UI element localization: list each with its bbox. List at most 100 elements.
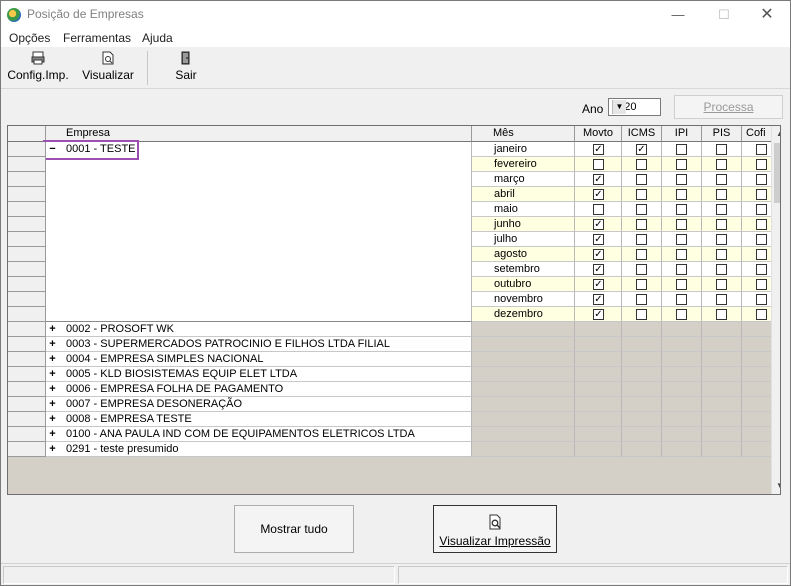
row-indicator-cell[interactable] bbox=[8, 277, 46, 292]
checkbox-unchecked[interactable] bbox=[756, 309, 767, 320]
checkbox-unchecked[interactable] bbox=[676, 279, 687, 290]
minimize-button[interactable]: — bbox=[655, 1, 701, 29]
month-cell[interactable]: fevereiro bbox=[472, 157, 575, 172]
ipi-header[interactable]: IPI bbox=[662, 126, 702, 142]
row-indicator-cell[interactable] bbox=[8, 442, 46, 457]
checkbox-unchecked[interactable] bbox=[593, 159, 604, 170]
month-cell[interactable]: dezembro bbox=[472, 307, 575, 322]
checkbox-checked[interactable]: ✓ bbox=[593, 189, 604, 200]
row-indicator-cell[interactable] bbox=[8, 202, 46, 217]
checkbox-unchecked[interactable] bbox=[716, 279, 727, 290]
expand-icon[interactable]: + bbox=[48, 354, 57, 365]
checkbox-unchecked[interactable] bbox=[676, 309, 687, 320]
row-indicator-cell[interactable] bbox=[8, 292, 46, 307]
checkbox-unchecked[interactable] bbox=[676, 264, 687, 275]
checkbox-unchecked[interactable] bbox=[636, 219, 647, 230]
checkbox-unchecked[interactable] bbox=[716, 264, 727, 275]
checkbox-checked[interactable]: ✓ bbox=[593, 144, 604, 155]
row-indicator-cell[interactable] bbox=[8, 397, 46, 412]
company-row[interactable]: 0100 - ANA PAULA IND COM DE EQUIPAMENTOS… bbox=[46, 427, 472, 442]
row-indicator-cell[interactable] bbox=[8, 262, 46, 277]
checkbox-unchecked[interactable] bbox=[676, 204, 687, 215]
checkbox-unchecked[interactable] bbox=[756, 159, 767, 170]
row-indicator-cell[interactable] bbox=[8, 232, 46, 247]
row-indicator-cell[interactable] bbox=[8, 247, 46, 262]
title-bar[interactable]: Posição de Empresas — ☐ ✕ bbox=[1, 1, 790, 29]
scroll-up-icon[interactable]: ▲ bbox=[772, 126, 780, 142]
company-row[interactable]: 0007 - EMPRESA DESONERAÇÃO bbox=[46, 397, 472, 412]
row-indicator-cell[interactable] bbox=[8, 307, 46, 322]
checkbox-unchecked[interactable] bbox=[756, 234, 767, 245]
row-indicator-cell[interactable] bbox=[8, 172, 46, 187]
checkbox-unchecked[interactable] bbox=[636, 294, 647, 305]
menu-opcoes[interactable]: Opções bbox=[9, 31, 50, 45]
row-indicator-cell[interactable] bbox=[8, 217, 46, 232]
checkbox-unchecked[interactable] bbox=[756, 189, 767, 200]
row-indicator-cell[interactable] bbox=[8, 382, 46, 397]
checkbox-unchecked[interactable] bbox=[716, 159, 727, 170]
month-cell[interactable]: julho bbox=[472, 232, 575, 247]
month-cell[interactable]: agosto bbox=[472, 247, 575, 262]
checkbox-unchecked[interactable] bbox=[756, 219, 767, 230]
checkbox-checked[interactable]: ✓ bbox=[593, 249, 604, 260]
checkbox-unchecked[interactable] bbox=[636, 264, 647, 275]
maximize-button[interactable]: ☐ bbox=[701, 1, 747, 29]
checkbox-checked[interactable]: ✓ bbox=[593, 219, 604, 230]
row-indicator-cell[interactable] bbox=[8, 337, 46, 352]
checkbox-unchecked[interactable] bbox=[756, 279, 767, 290]
processa-button[interactable]: Processa bbox=[674, 95, 783, 119]
scroll-down-icon[interactable]: ▼ bbox=[772, 478, 780, 494]
mostrar-tudo-button[interactable]: Mostrar tudo bbox=[234, 505, 354, 553]
checkbox-unchecked[interactable] bbox=[676, 219, 687, 230]
company-row[interactable]: 0005 - KLD BIOSISTEMAS EQUIP ELET LTDA bbox=[46, 367, 472, 382]
company-row[interactable]: 0291 - teste presumido bbox=[46, 442, 472, 457]
visualizar-impressao-button[interactable]: Visualizar Impressão bbox=[433, 505, 557, 553]
checkbox-unchecked[interactable] bbox=[676, 249, 687, 260]
month-cell[interactable]: maio bbox=[472, 202, 575, 217]
checkbox-unchecked[interactable] bbox=[636, 234, 647, 245]
checkbox-unchecked[interactable] bbox=[716, 219, 727, 230]
checkbox-unchecked[interactable] bbox=[756, 144, 767, 155]
month-cell[interactable]: junho bbox=[472, 217, 575, 232]
expand-icon[interactable]: + bbox=[48, 339, 57, 350]
checkbox-unchecked[interactable] bbox=[636, 189, 647, 200]
month-cell[interactable]: abril bbox=[472, 187, 575, 202]
checkbox-unchecked[interactable] bbox=[716, 204, 727, 215]
month-cell[interactable]: setembro bbox=[472, 262, 575, 277]
company-row[interactable]: 0008 - EMPRESA TESTE bbox=[46, 412, 472, 427]
sair-button[interactable]: Sair bbox=[169, 51, 203, 87]
checkbox-checked[interactable]: ✓ bbox=[593, 174, 604, 185]
checkbox-unchecked[interactable] bbox=[716, 189, 727, 200]
checkbox-unchecked[interactable] bbox=[756, 249, 767, 260]
checkbox-unchecked[interactable] bbox=[676, 144, 687, 155]
checkbox-unchecked[interactable] bbox=[636, 279, 647, 290]
company-row[interactable]: 0004 - EMPRESA SIMPLES NACIONAL bbox=[46, 352, 472, 367]
checkbox-unchecked[interactable] bbox=[676, 189, 687, 200]
close-button[interactable]: ✕ bbox=[744, 1, 790, 29]
checkbox-unchecked[interactable] bbox=[756, 204, 767, 215]
checkbox-unchecked[interactable] bbox=[756, 174, 767, 185]
menu-ferramentas[interactable]: Ferramentas bbox=[63, 31, 131, 45]
checkbox-unchecked[interactable] bbox=[716, 309, 727, 320]
checkbox-unchecked[interactable] bbox=[676, 294, 687, 305]
checkbox-unchecked[interactable] bbox=[636, 309, 647, 320]
checkbox-unchecked[interactable] bbox=[716, 249, 727, 260]
checkbox-unchecked[interactable] bbox=[593, 204, 604, 215]
expand-icon[interactable]: + bbox=[48, 324, 57, 335]
row-indicator-cell[interactable] bbox=[8, 157, 46, 172]
mes-header[interactable]: Mês bbox=[472, 126, 575, 142]
checkbox-checked[interactable]: ✓ bbox=[593, 279, 604, 290]
chevron-down-icon[interactable]: ▼ bbox=[612, 100, 626, 114]
month-cell[interactable]: janeiro bbox=[472, 142, 575, 157]
row-indicator-cell[interactable] bbox=[8, 187, 46, 202]
company-row[interactable]: 0002 - PROSOFT WK bbox=[46, 322, 472, 337]
expand-icon[interactable]: + bbox=[48, 399, 57, 410]
config-imp-button[interactable]: Config.Imp. bbox=[5, 51, 71, 87]
checkbox-checked[interactable]: ✓ bbox=[593, 294, 604, 305]
vertical-scrollbar[interactable]: ▲ ▼ bbox=[771, 126, 780, 494]
checkbox-unchecked[interactable] bbox=[676, 234, 687, 245]
scroll-thumb[interactable] bbox=[774, 143, 780, 203]
expand-icon[interactable]: + bbox=[48, 369, 57, 380]
row-indicator-cell[interactable] bbox=[8, 142, 46, 157]
checkbox-checked[interactable]: ✓ bbox=[593, 234, 604, 245]
